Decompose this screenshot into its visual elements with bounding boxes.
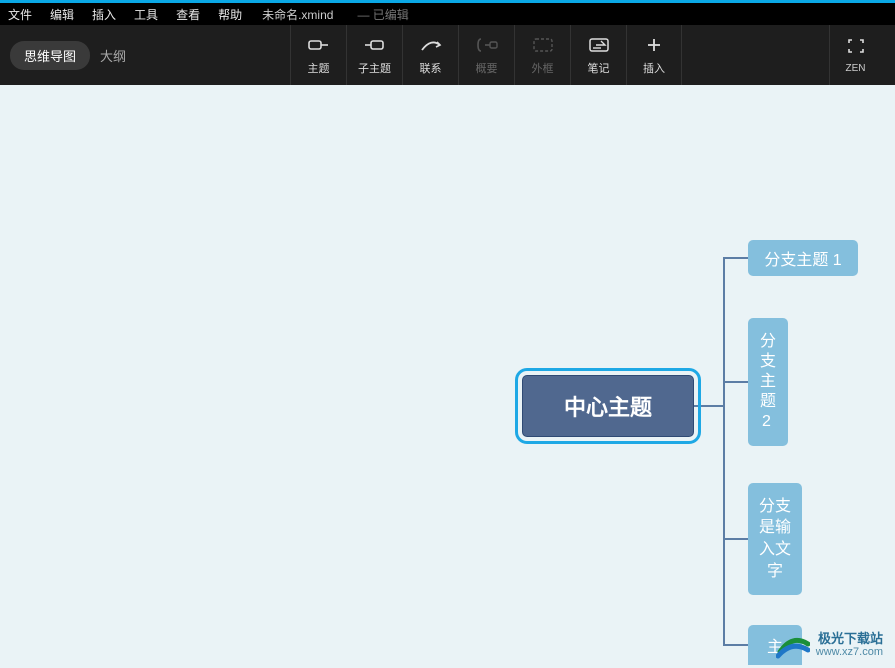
tool-insert[interactable]: 插入 xyxy=(626,25,682,85)
zen-label: ZEN xyxy=(846,63,866,74)
menu-file[interactable]: 文件 xyxy=(8,6,32,23)
branch-topic-3-label: 分支是输入文字 xyxy=(759,496,791,582)
fullscreen-icon xyxy=(846,37,866,58)
document-modified-status: — 已编辑 xyxy=(357,6,408,23)
branch-topic-3[interactable]: 分支是输入文字 xyxy=(748,483,802,595)
zen-mode-button[interactable]: ZEN xyxy=(829,25,881,85)
menu-view[interactable]: 查看 xyxy=(176,6,200,23)
mindmap-canvas[interactable]: 中心主题 分支主题 1 分支主题2 分支是输入文字 主 极光下载站 www.xz… xyxy=(0,85,895,668)
watermark-url: www.xz7.com xyxy=(816,646,883,659)
toolbar: 思维导图 大纲 主题 子主题 联系 概要 xyxy=(0,25,895,85)
tool-group: 主题 子主题 联系 概要 外框 xyxy=(290,25,682,85)
tab-outline[interactable]: 大纲 xyxy=(100,46,126,65)
menu-bar: 文件 编辑 插入 工具 查看 帮助 未命名.xmind — 已编辑 xyxy=(0,3,895,25)
tool-note[interactable]: 笔记 xyxy=(570,25,626,85)
menu-insert[interactable]: 插入 xyxy=(92,6,116,23)
tool-summary: 概要 xyxy=(458,25,514,85)
watermark-title: 极光下载站 xyxy=(816,631,883,647)
tool-boundary-label: 外框 xyxy=(532,60,554,76)
document-title: 未命名.xmind xyxy=(262,6,333,23)
menu-edit[interactable]: 编辑 xyxy=(50,6,74,23)
view-switch: 思维导图 大纲 xyxy=(10,41,126,70)
tool-insert-label: 插入 xyxy=(643,60,665,76)
tool-topic[interactable]: 主题 xyxy=(290,25,346,85)
watermark: 极光下载站 www.xz7.com xyxy=(776,630,883,660)
branch-topic-1[interactable]: 分支主题 1 xyxy=(748,240,858,276)
note-icon xyxy=(587,35,611,55)
tool-boundary: 外框 xyxy=(514,25,570,85)
logo-icon xyxy=(776,630,810,660)
menu-help[interactable]: 帮助 xyxy=(218,6,242,23)
tool-relation-label: 联系 xyxy=(420,60,442,76)
tool-subtopic[interactable]: 子主题 xyxy=(346,25,402,85)
tab-mindmap[interactable]: 思维导图 xyxy=(10,41,90,70)
subtopic-icon xyxy=(363,35,387,55)
center-topic-node[interactable]: 中心主题 xyxy=(522,375,694,437)
plus-icon xyxy=(642,35,666,55)
topic-icon xyxy=(307,35,331,55)
tool-subtopic-label: 子主题 xyxy=(358,60,391,76)
tool-topic-label: 主题 xyxy=(308,60,330,76)
branch-topic-2-label: 分支主题2 xyxy=(760,332,776,432)
tool-summary-label: 概要 xyxy=(476,60,498,76)
menu-tool[interactable]: 工具 xyxy=(134,6,158,23)
boundary-icon xyxy=(531,35,555,55)
branch-topic-2[interactable]: 分支主题2 xyxy=(748,318,788,446)
relation-icon xyxy=(419,35,443,55)
tool-relation[interactable]: 联系 xyxy=(402,25,458,85)
summary-icon xyxy=(475,35,499,55)
tool-note-label: 笔记 xyxy=(588,60,610,76)
